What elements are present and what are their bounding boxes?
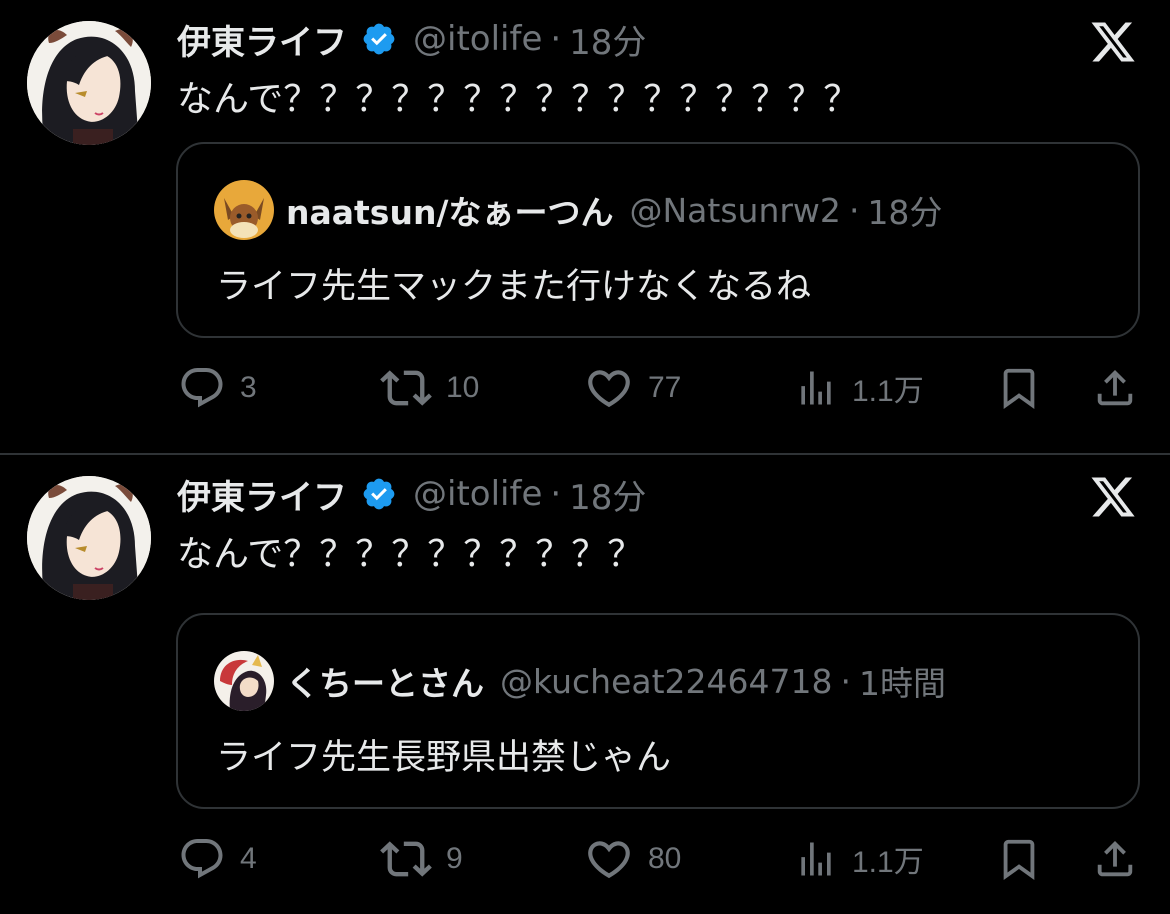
separator-dot: · — [848, 190, 860, 230]
quoted-tweet-header: naatsun/なぁーつん @Natsunrw2 · 18分 — [286, 184, 942, 236]
reply-count: 3 — [240, 371, 257, 404]
retweet-count: 9 — [446, 842, 463, 875]
separator-dot: · — [550, 474, 562, 514]
separator-dot: · — [840, 661, 852, 701]
quoted-author-name[interactable]: naatsun/なぁーつん — [286, 186, 614, 234]
reply-icon — [181, 368, 223, 408]
tweet-actions: 4 9 80 1.1万 — [0, 831, 1170, 887]
author-handle[interactable]: @itolife — [413, 19, 542, 59]
like-button[interactable]: 80 — [584, 831, 681, 887]
share-icon — [1097, 840, 1133, 877]
author-name[interactable]: 伊東ライフ — [177, 15, 347, 64]
bookmark-icon — [1003, 368, 1035, 409]
retweet-button[interactable]: 10 — [380, 360, 479, 416]
tweet[interactable]: 伊東ライフ @itolife · 18分 なんで？？？？？？？？？？？？？？？？… — [0, 0, 1170, 453]
tweet-time[interactable]: 18分 — [569, 15, 646, 64]
quoted-author-avatar[interactable] — [214, 651, 274, 711]
views-icon — [801, 842, 831, 876]
like-button[interactable]: 77 — [584, 360, 681, 416]
share-button[interactable] — [1092, 831, 1138, 887]
reply-button[interactable]: 3 — [178, 360, 257, 416]
x-logo-icon — [1091, 477, 1135, 517]
views-button[interactable]: 1.1万 — [794, 360, 924, 416]
quoted-author-avatar[interactable] — [214, 180, 274, 240]
quoted-author-handle[interactable]: @kucheat22464718 — [500, 662, 833, 701]
tweet-text: なんで？？？？？？？？？？ — [177, 534, 644, 575]
quoted-author-name[interactable]: くちーとさん — [286, 657, 484, 705]
quoted-tweet[interactable]: naatsun/なぁーつん @Natsunrw2 · 18分 ライフ先生マックま… — [176, 142, 1140, 338]
retweet-icon — [380, 370, 432, 406]
tweet-header: 伊東ライフ @itolife · 18分 — [177, 14, 646, 64]
author-name[interactable]: 伊東ライフ — [177, 470, 347, 519]
like-count: 77 — [648, 371, 682, 404]
tweet-time[interactable]: 18分 — [569, 470, 646, 519]
views-icon — [801, 371, 831, 405]
reply-button[interactable]: 4 — [178, 831, 257, 887]
quoted-author-handle[interactable]: @Natsunrw2 — [630, 191, 841, 230]
quoted-tweet-time: 1時間 — [859, 664, 946, 703]
share-button[interactable] — [1092, 360, 1138, 416]
like-icon — [588, 841, 630, 879]
share-icon — [1097, 369, 1133, 406]
retweet-icon — [380, 841, 432, 877]
tweet-header: 伊東ライフ @itolife · 18分 — [177, 469, 646, 519]
tweet-text: なんで？？？？？？？？？？？？？？？？ — [177, 79, 860, 120]
quoted-tweet[interactable]: くちーとさん @kucheat22464718 · 1時間 ライフ先生長野県出禁… — [176, 613, 1140, 809]
separator-dot: · — [550, 19, 562, 59]
reply-count: 4 — [240, 842, 257, 875]
x-logo-icon — [1091, 22, 1135, 62]
quoted-tweet-text: ライフ先生長野県出禁じゃん — [216, 738, 672, 778]
reply-icon — [181, 839, 223, 879]
views-count: 1.1万 — [852, 375, 924, 408]
bookmark-icon — [1003, 839, 1035, 880]
author-handle[interactable]: @itolife — [413, 474, 542, 514]
quoted-tweet-time: 18分 — [867, 193, 943, 232]
retweet-button[interactable]: 9 — [380, 831, 463, 887]
bookmark-button[interactable] — [996, 831, 1042, 887]
retweet-count: 10 — [446, 371, 480, 404]
verified-badge-icon — [363, 23, 395, 55]
quoted-tweet-text: ライフ先生マックまた行けなくなるね — [216, 267, 812, 307]
like-count: 80 — [648, 842, 682, 875]
views-button[interactable]: 1.1万 — [794, 831, 924, 887]
quoted-tweet-header: くちーとさん @kucheat22464718 · 1時間 — [286, 655, 946, 707]
like-icon — [588, 370, 630, 408]
tweet-actions: 3 10 77 1.1万 — [0, 360, 1170, 416]
author-avatar[interactable] — [27, 21, 151, 145]
verified-badge-icon — [363, 478, 395, 510]
author-avatar[interactable] — [27, 476, 151, 600]
views-count: 1.1万 — [852, 846, 924, 879]
tweet[interactable]: 伊東ライフ @itolife · 18分 なんで？？？？？？？？？？ くちーとさ… — [0, 455, 1170, 914]
bookmark-button[interactable] — [996, 360, 1042, 416]
